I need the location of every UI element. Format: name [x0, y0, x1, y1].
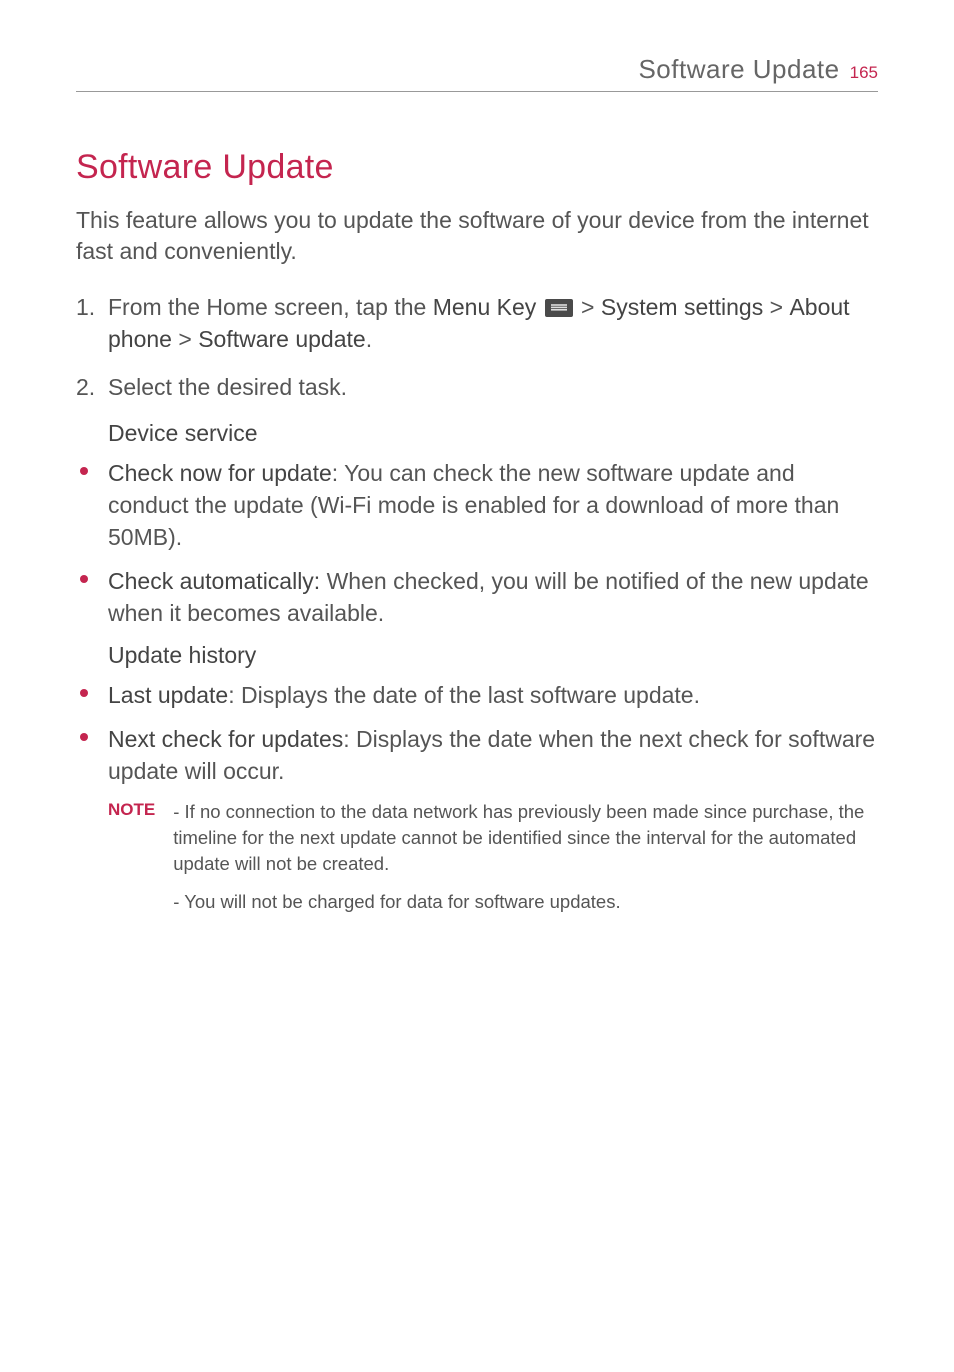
next-check-label: Next check for updates	[108, 726, 343, 752]
check-now-item: Check now for update: You can check the …	[76, 457, 878, 554]
step-2: Select the desired task.	[76, 371, 878, 403]
next-check-item: Next check for updates: Displays the dat…	[76, 723, 878, 787]
note-label: NOTE	[108, 799, 155, 927]
device-service-list: Check now for update: You can check the …	[76, 457, 878, 630]
note-line-1: - If no connection to the data network h…	[173, 799, 878, 877]
page-number: 165	[850, 63, 878, 83]
check-now-label: Check now for update	[108, 460, 332, 486]
update-history-heading: Update history	[108, 642, 878, 669]
step1-prefix: From the Home screen, tap the	[108, 294, 433, 320]
note-line-2: - You will not be charged for data for s…	[173, 889, 878, 915]
section-title: Software Update	[76, 148, 878, 187]
note-content: - If no connection to the data network h…	[173, 799, 878, 927]
device-service-heading: Device service	[108, 420, 878, 447]
page-header: Software Update 165	[76, 54, 878, 92]
intro-text: This feature allows you to update the so…	[76, 205, 878, 267]
check-auto-item: Check automatically: When checked, you w…	[76, 565, 878, 629]
check-auto-label: Check automatically:	[108, 568, 320, 594]
note-block: NOTE - If no connection to the data netw…	[76, 799, 878, 927]
step-1: From the Home screen, tap the Menu Key >…	[76, 291, 878, 355]
update-history-list: Last update: Displays the date of the la…	[76, 679, 878, 788]
last-update-label: Last update	[108, 682, 228, 708]
software-update-label: Software update	[198, 326, 366, 352]
last-update-item: Last update: Displays the date of the la…	[76, 679, 878, 711]
menu-key-label: Menu Key	[433, 294, 537, 320]
menu-key-icon	[545, 299, 573, 317]
last-update-desc: : Displays the date of the last software…	[228, 682, 700, 708]
system-settings-label: System settings	[601, 294, 763, 320]
numbered-steps: From the Home screen, tap the Menu Key >…	[76, 291, 878, 404]
header-title: Software Update	[638, 54, 839, 85]
